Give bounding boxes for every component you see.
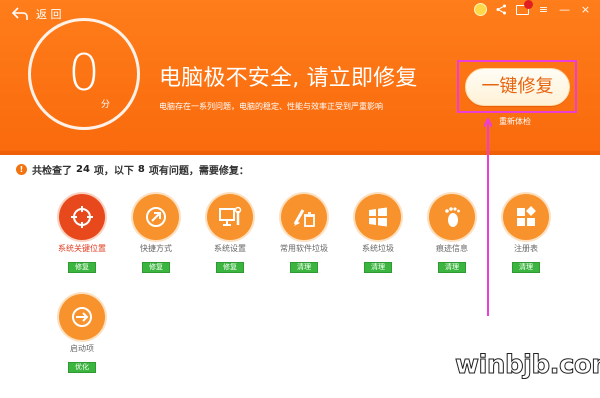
item-icon-circle (59, 294, 105, 340)
clean-action-button[interactable]: 清理 (364, 262, 392, 273)
summary-suffix: 项有问题，需要修复： (148, 166, 249, 177)
clean-action-button[interactable]: 清理 (438, 262, 466, 273)
item-trace-info[interactable]: 痕迹信息 清理 (415, 194, 489, 273)
item-label: 系统关键位置 (58, 244, 106, 253)
score-value: 0 (68, 44, 100, 102)
summary-total-count: 24 (76, 164, 90, 175)
fix-action-button[interactable]: 修复 (68, 262, 96, 273)
item-icon-circle (59, 194, 105, 240)
item-label: 痕迹信息 (436, 244, 468, 253)
item-registry[interactable]: 注册表 清理 (489, 194, 563, 273)
score-ring: 0 分 (28, 18, 140, 130)
mail-icon[interactable] (516, 0, 533, 16)
one-click-fix-button[interactable]: 一键修复 (465, 68, 570, 106)
target-icon (71, 206, 93, 228)
header-banner: 返 回 ≡ — × 0 分 电脑极不安全, 请立即修复 电脑存在一系列问题，电脑… (0, 0, 600, 155)
minimize-icon[interactable]: — (558, 3, 571, 16)
clean-action-button[interactable]: 清理 (290, 262, 318, 273)
item-icon-circle (207, 194, 253, 240)
medal-icon[interactable] (474, 3, 487, 16)
item-startup[interactable]: 启动项 优化 (45, 294, 119, 373)
item-icon-circle (281, 194, 327, 240)
item-label: 注册表 (514, 244, 538, 253)
back-arrow-icon (12, 7, 28, 20)
item-system-settings[interactable]: 系统设置 修复 (193, 194, 267, 273)
summary-issue-count: 8 (137, 164, 145, 175)
scan-summary: ! 共检查了 24 项，以下 8 项有问题，需要修复： (16, 162, 249, 177)
item-shortcuts[interactable]: 快捷方式 修复 (119, 194, 193, 273)
back-label: 返 回 (36, 8, 62, 21)
score-unit: 分 (101, 100, 111, 110)
windows-icon (369, 207, 387, 227)
warning-icon: ! (16, 164, 27, 175)
window-controls: ≡ — × (474, 0, 592, 16)
menu-icon[interactable]: ≡ (537, 3, 550, 16)
registry-icon (517, 206, 536, 226)
item-icon-circle (503, 194, 549, 240)
back-button[interactable]: 返 回 (12, 6, 62, 22)
status-subline: 电脑存在一系列问题，电脑的稳定、性能与效率正受到严重影响 (159, 102, 383, 111)
item-system-key-locations[interactable]: 系统关键位置 修复 (45, 194, 119, 273)
item-label: 系统垃圾 (362, 244, 394, 253)
item-icon-circle (133, 194, 179, 240)
close-icon[interactable]: × (579, 3, 592, 16)
summary-middle: 项，以下 (93, 166, 134, 177)
optimize-action-button[interactable]: 优化 (68, 362, 96, 373)
footprint-icon (445, 207, 460, 227)
fix-action-button[interactable]: 修复 (142, 262, 170, 273)
share-icon[interactable] (495, 3, 508, 16)
site-watermark: winbjb.com (455, 350, 600, 381)
item-icon-circle (355, 194, 401, 240)
status-headline: 电脑极不安全, 请立即修复 (159, 66, 418, 91)
item-icon-circle (429, 194, 475, 240)
summary-prefix: 共检查了 (32, 166, 72, 177)
item-label: 快捷方式 (140, 244, 172, 253)
item-label: 启动项 (70, 344, 94, 353)
item-label: 系统设置 (214, 244, 246, 253)
clean-action-button[interactable]: 清理 (512, 262, 540, 273)
item-system-junk[interactable]: 系统垃圾 清理 (341, 194, 415, 273)
brush-trash-icon (293, 209, 315, 227)
item-software-junk[interactable]: 常用软件垃圾 清理 (267, 194, 341, 273)
monitor-wrench-icon (219, 206, 242, 226)
shortcut-icon (146, 207, 166, 227)
fix-action-button[interactable]: 修复 (216, 262, 244, 273)
recheck-link[interactable]: 重新体检 (499, 116, 531, 127)
startup-arrow-icon (72, 307, 92, 327)
item-label: 常用软件垃圾 (280, 244, 328, 253)
